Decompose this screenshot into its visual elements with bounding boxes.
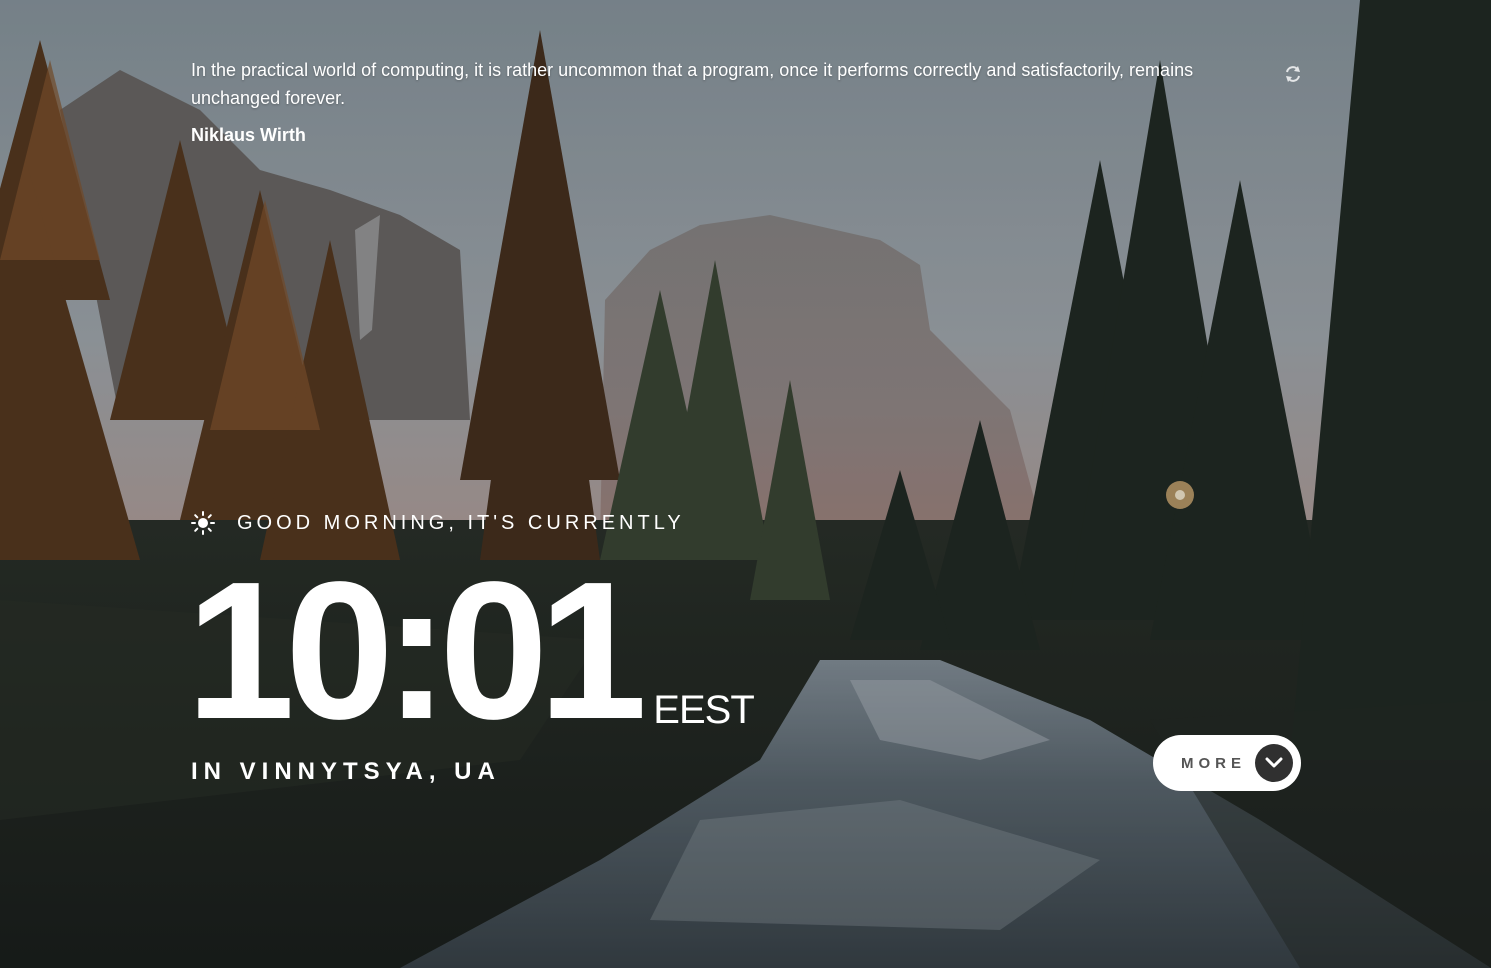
quote-author: Niklaus Wirth: [191, 125, 306, 145]
location-label: IN VINNYTSYA, UA: [191, 758, 501, 785]
quote-block: In the practical world of computing, it …: [191, 56, 1261, 146]
clock-time: 10:01: [186, 541, 647, 760]
greeting-text: GOOD MORNING, IT'S CURRENTLY: [237, 511, 685, 534]
more-button-label: MORE: [1181, 754, 1246, 772]
sun-icon: [191, 511, 215, 535]
more-button[interactable]: MORE: [1153, 735, 1301, 791]
chevron-down-icon[interactable]: [1255, 744, 1293, 782]
refresh-icon[interactable]: [1283, 64, 1303, 84]
clock: 10:01 EEST: [186, 541, 755, 760]
clock-timezone: EEST: [653, 688, 754, 732]
greeting: GOOD MORNING, IT'S CURRENTLY: [191, 508, 685, 538]
quote-text: In the practical world of computing, it …: [191, 60, 1194, 108]
